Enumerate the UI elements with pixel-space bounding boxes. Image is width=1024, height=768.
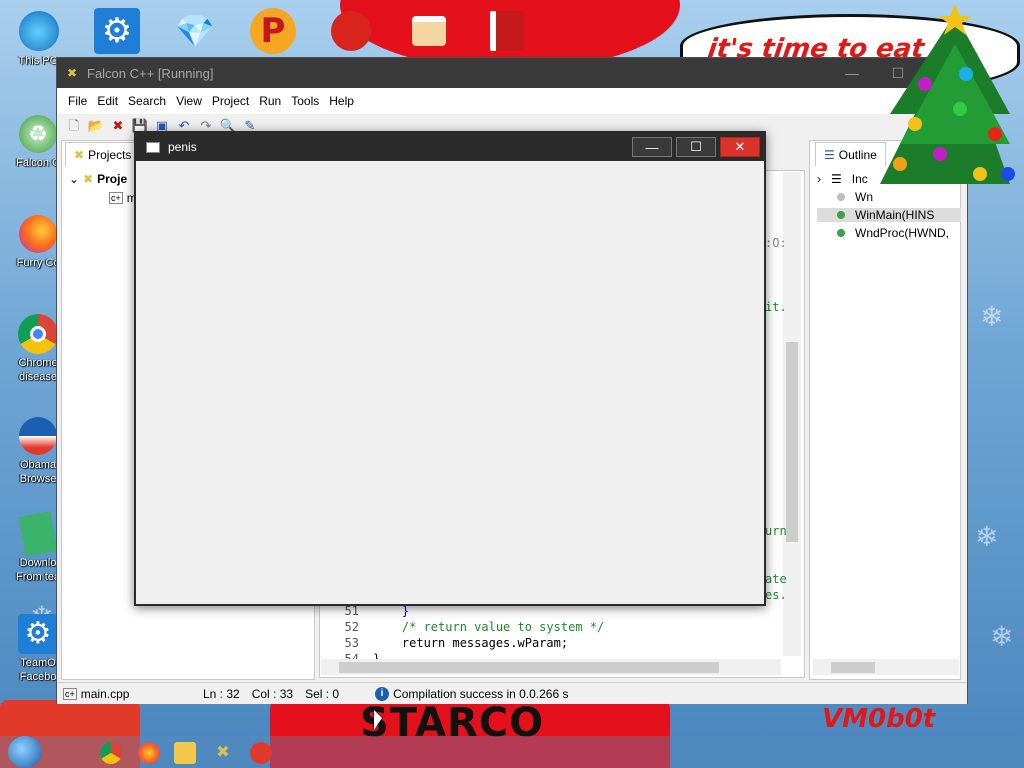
code-line: 51 } xyxy=(323,604,410,618)
status-selection: Sel : 0 xyxy=(305,686,340,701)
menu-edit[interactable]: Edit xyxy=(92,94,123,108)
popup-title: penis xyxy=(168,140,197,154)
menu-bar: File Edit Search View Project Run Tools … xyxy=(57,88,967,114)
popup-maximize-button[interactable]: ☐ xyxy=(676,137,716,157)
editor-fragment: ate xyxy=(765,572,787,586)
variable-icon xyxy=(837,193,845,201)
line-number: 52 xyxy=(344,620,359,634)
scrollbar-thumb[interactable] xyxy=(339,662,719,673)
new-file-icon[interactable]: 🗋 xyxy=(65,117,83,135)
document-icon xyxy=(16,511,60,557)
outline-item-label: WndProc(HWND, xyxy=(855,226,950,240)
line-number: 53 xyxy=(344,636,359,650)
cpp-file-icon: c+ xyxy=(63,687,77,700)
outline-item[interactable]: Wn xyxy=(837,190,873,204)
popup-title-bar[interactable]: penis — ☐ ✕ xyxy=(136,133,764,161)
tab-projects[interactable]: ✖ Projects xyxy=(65,142,141,166)
outline-item-label: Inc xyxy=(851,172,868,186)
function-icon xyxy=(837,211,845,219)
status-message: Compilation success in 0.0.266 s xyxy=(393,686,569,701)
falcon-app-icon: ✖ xyxy=(74,147,85,162)
window-title: Falcon C++ [Running] xyxy=(87,65,214,81)
info-icon: i xyxy=(375,686,390,701)
menu-project[interactable]: Project xyxy=(207,94,254,108)
window-app-icon xyxy=(146,141,160,153)
line-number: 51 xyxy=(344,604,359,618)
menu-help[interactable]: Help xyxy=(324,94,359,108)
outline-item[interactable]: WndProc(HWND, xyxy=(837,226,949,240)
recycle-icon: ♻ xyxy=(16,112,60,156)
taskbar-folder-icon[interactable] xyxy=(174,742,196,764)
editor-fragment: :O: xyxy=(765,236,787,250)
menu-view[interactable]: View xyxy=(171,94,207,108)
chevron-down-icon[interactable]: ⌄ xyxy=(69,172,79,186)
taskbar-falcon-icon[interactable]: ✖ xyxy=(212,742,234,764)
scrollbar-thumb[interactable] xyxy=(786,342,798,542)
code-text: /* return value to system */ xyxy=(373,620,605,634)
taskbar-firefox-icon[interactable] xyxy=(138,742,160,764)
menu-file[interactable]: File xyxy=(63,94,92,108)
minimize-button[interactable]: — xyxy=(829,58,875,88)
menu-search[interactable]: Search xyxy=(123,94,171,108)
snowflake-decoration: ❄ xyxy=(990,621,1014,652)
menu-run[interactable]: Run xyxy=(254,94,286,108)
project-icon: ✖ xyxy=(83,172,94,186)
status-line: Ln : 32 xyxy=(203,686,240,701)
falcon-title-bar[interactable]: ✖ Falcon C++ [Running] — ☐ ✕ xyxy=(57,58,967,88)
chrome-icon xyxy=(16,312,60,356)
project-name: Proje xyxy=(97,172,128,186)
open-folder-icon[interactable]: 📂 xyxy=(87,117,105,135)
code-line: 52 /* return value to system */ xyxy=(323,620,605,634)
book-icon[interactable] xyxy=(482,6,532,56)
taskbar-app-icon[interactable] xyxy=(250,742,272,764)
falcon-app-icon: ✖ xyxy=(67,66,78,80)
mouse-cursor xyxy=(374,710,382,730)
status-bar: c+ main.cpp Ln : 32 Col : 33 Sel : 0 i C… xyxy=(57,682,967,704)
cpp-file-icon: c+ xyxy=(109,192,123,204)
signature-text: VM0b0t xyxy=(822,704,936,734)
firefox-icon xyxy=(16,212,60,256)
scrollbar-thumb[interactable] xyxy=(831,662,875,673)
settings-gear-icon: ⚙ xyxy=(16,612,60,656)
snowflake-decoration: ❄ xyxy=(980,301,1004,332)
editor-fragment: es. xyxy=(765,588,787,602)
code-text: } xyxy=(373,604,410,618)
christmas-tree-decoration xyxy=(880,4,1015,184)
popup-minimize-button[interactable]: — xyxy=(632,137,672,157)
status-file: main.cpp xyxy=(80,686,130,701)
penis-window[interactable]: penis — ☐ ✕ xyxy=(134,131,766,606)
snowflake-decoration: ❄ xyxy=(975,521,999,552)
start-button[interactable] xyxy=(8,736,42,768)
function-icon xyxy=(837,229,845,237)
angry-birds-icon[interactable] xyxy=(326,6,376,56)
cake-icon[interactable] xyxy=(404,6,454,56)
outline-item[interactable]: › ☰ Inc xyxy=(817,172,868,186)
status-column: Col : 33 xyxy=(251,686,294,701)
popup-close-button[interactable]: ✕ xyxy=(720,137,760,157)
editor-horizontal-scrollbar[interactable] xyxy=(321,659,781,675)
obama-logo-icon xyxy=(16,414,60,458)
taskbar-chrome-icon[interactable] xyxy=(100,742,122,764)
editor-fragment: urn xyxy=(765,524,787,538)
p-app-icon[interactable]: P xyxy=(248,6,298,56)
computer-icon xyxy=(16,10,60,54)
menu-tools[interactable]: Tools xyxy=(286,94,324,108)
tab-projects-label: Projects xyxy=(88,147,132,162)
tree-project-node[interactable]: ⌄ ✖ Proje xyxy=(69,172,127,186)
close-file-icon[interactable]: ✖ xyxy=(109,117,127,135)
code-line: 53 return messages.wParam; xyxy=(323,636,569,650)
outline-icon: ☰ xyxy=(824,147,835,162)
tree-file-node[interactable]: c+ m xyxy=(109,191,137,205)
settings-gear-icon[interactable]: ⚙ xyxy=(92,6,142,56)
code-text: return messages.wParam; xyxy=(373,636,569,650)
list-icon: ☰ xyxy=(831,172,842,186)
chevron-right-icon[interactable]: › xyxy=(817,172,821,186)
diamond-icon[interactable]: 💎 xyxy=(170,6,220,56)
outline-horizontal-scrollbar[interactable] xyxy=(813,659,959,675)
editor-fragment: it. xyxy=(765,300,787,314)
